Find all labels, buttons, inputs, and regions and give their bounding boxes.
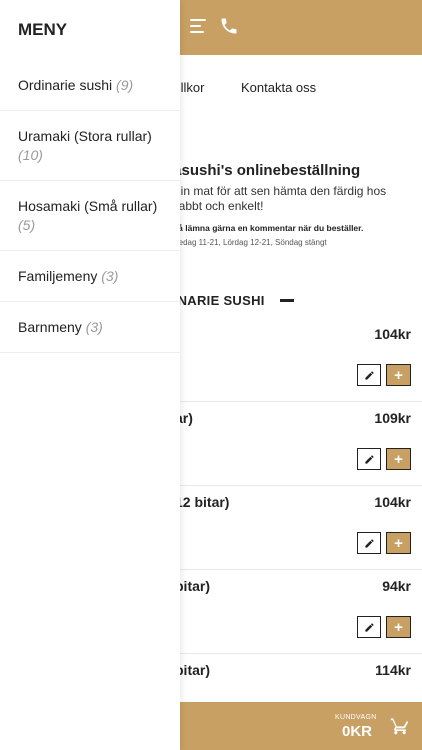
edit-button[interactable] <box>357 532 381 554</box>
opening-hours: ), Fredag 11-21, Lördag 12-21, Söndag st… <box>164 238 327 247</box>
menu-item-price: 94kr <box>382 578 411 594</box>
add-button[interactable]: + <box>386 616 411 638</box>
plus-icon: + <box>394 366 403 384</box>
drawer-item-label: Ordinarie sushi <box>18 77 113 93</box>
nav-link-contact[interactable]: Kontakta oss <box>241 80 316 95</box>
menu-item-name: bitar) <box>175 578 210 594</box>
pencil-icon <box>364 622 374 632</box>
intro-text-line2: Snabbt och enkelt! <box>164 199 264 213</box>
edit-button[interactable] <box>357 448 381 470</box>
pencil-icon <box>364 370 374 380</box>
add-button[interactable]: + <box>386 532 411 554</box>
drawer-item-label: Familjemeny <box>18 268 98 284</box>
hamburger-icon[interactable] <box>190 19 206 33</box>
menu-item-price: 104kr <box>374 326 411 342</box>
drawer-item-barnmeny[interactable]: Barnmeny (3) <box>0 302 180 353</box>
add-button[interactable]: + <box>386 448 411 470</box>
plus-icon: + <box>394 534 403 552</box>
edit-button[interactable] <box>357 616 381 638</box>
drawer-title: MENY <box>18 20 68 39</box>
side-menu-drawer: MENY Ordinarie sushi (9) Uramaki (Stora … <box>0 0 180 750</box>
cart-icon[interactable] <box>389 716 411 736</box>
intro-text: a din mat för att sen hämta den färdig h… <box>164 184 414 214</box>
drawer-item-uramaki[interactable]: Uramaki (Stora rullar) (10) <box>0 111 180 181</box>
menu-item-name: bitar) <box>175 662 210 678</box>
drawer-item-ordinarie-sushi[interactable]: Ordinarie sushi (9) <box>0 60 180 111</box>
intro-title: Vasushi's onlinebeställning <box>164 162 361 179</box>
cart-total: 0KR <box>342 723 373 740</box>
plus-icon: + <box>394 618 403 636</box>
drawer-item-count: (3) <box>85 319 103 335</box>
drawer-item-label: Uramaki (Stora rullar) <box>18 128 152 144</box>
add-button[interactable]: + <box>386 364 411 386</box>
cart-label: KUNDVAGN <box>335 714 377 721</box>
pencil-icon <box>364 454 374 464</box>
drawer-item-label: Hosamaki (Små rullar) <box>18 198 158 214</box>
menu-item-price: 114kr <box>375 662 411 678</box>
phone-icon[interactable] <box>219 16 239 36</box>
drawer-item-label: Barnmeny <box>18 319 82 335</box>
menu-item-price: 104kr <box>374 494 411 510</box>
drawer-item-count: (3) <box>101 268 119 284</box>
plus-icon: + <box>394 450 403 468</box>
intro-note: ål så lämna gärna en kommentar när du be… <box>164 223 364 233</box>
drawer-item-count: (10) <box>18 147 43 163</box>
menu-item-price: 109kr <box>374 410 411 426</box>
edit-button[interactable] <box>357 364 381 386</box>
drawer-item-count: (9) <box>116 77 134 93</box>
collapse-dash-icon[interactable] <box>280 299 294 302</box>
drawer-item-hosamaki[interactable]: Hosamaki (Små rullar) (5) <box>0 181 180 251</box>
drawer-menu-list: Ordinarie sushi (9) Uramaki (Stora rulla… <box>0 60 180 353</box>
menu-item-name: 12 bitar) <box>175 494 230 510</box>
pencil-icon <box>364 538 374 548</box>
drawer-item-familjemeny[interactable]: Familjemeny (3) <box>0 251 180 302</box>
drawer-item-count: (5) <box>18 217 36 233</box>
intro-text-line1: a din mat för att sen hämta den färdig h… <box>164 184 387 198</box>
